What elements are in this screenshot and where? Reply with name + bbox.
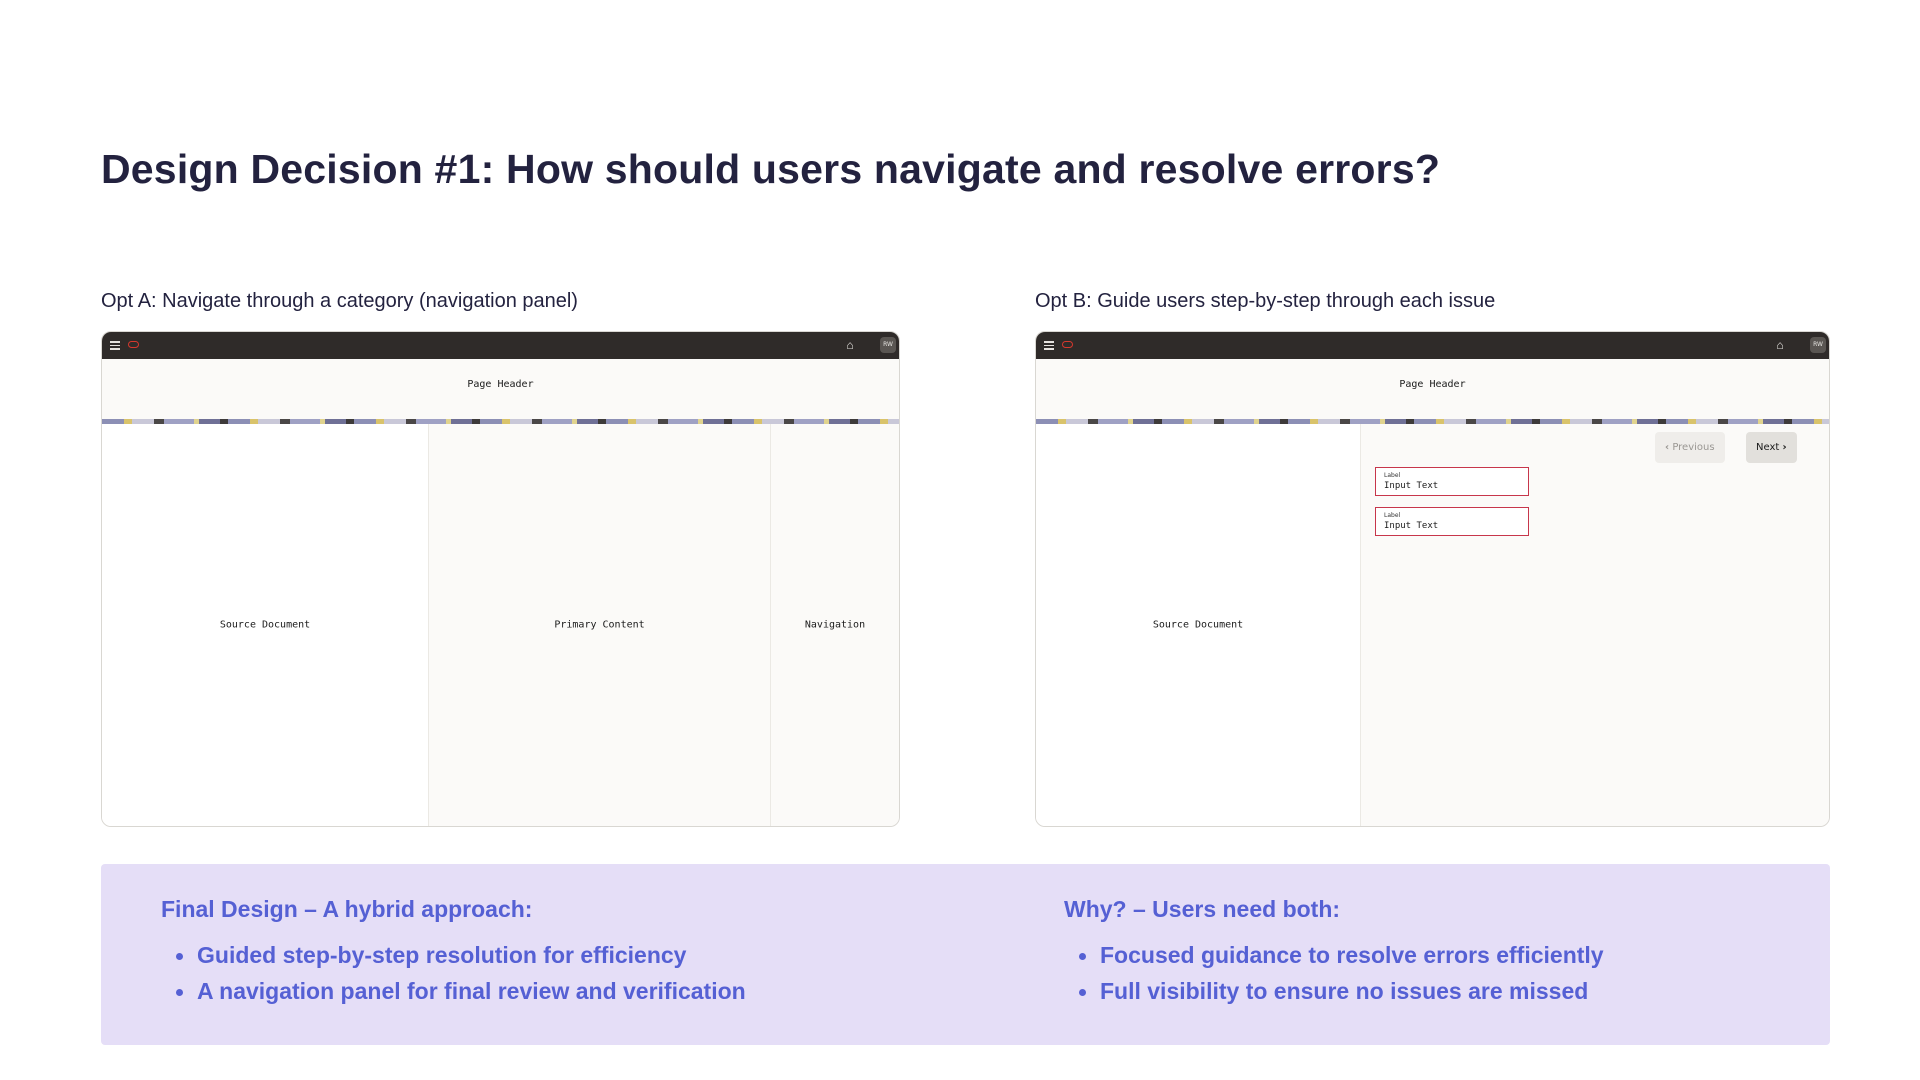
list-item: A navigation panel for final review and … bbox=[176, 973, 746, 1009]
navigation-pane: Navigation bbox=[771, 424, 899, 826]
brand-logo-icon[interactable] bbox=[1062, 341, 1073, 348]
avatar[interactable]: RW bbox=[880, 337, 896, 353]
pane-label: Source Document bbox=[1152, 619, 1244, 631]
source-document-pane: Source Document bbox=[1036, 424, 1361, 826]
primary-content-pane: Primary Content bbox=[429, 424, 771, 826]
list-item: Guided step-by-step resolution for effic… bbox=[176, 937, 746, 973]
why-column: Why? – Users need both: Focused guidance… bbox=[1064, 896, 1604, 1009]
source-document-pane: Source Document bbox=[102, 424, 429, 826]
hamburger-icon[interactable] bbox=[110, 341, 120, 350]
why-list: Focused guidance to resolve errors effic… bbox=[1064, 937, 1604, 1009]
next-button[interactable]: Next › bbox=[1746, 432, 1797, 463]
input-field[interactable]: Label Input Text bbox=[1375, 467, 1529, 496]
final-design-list: Guided step-by-step resolution for effic… bbox=[161, 937, 746, 1009]
home-icon[interactable]: ⌂ bbox=[1774, 339, 1786, 351]
option-b-label: Opt B: Guide users step-by-step through … bbox=[1035, 290, 1496, 312]
pane-label: Navigation bbox=[804, 619, 866, 631]
pane-label: Primary Content bbox=[554, 619, 645, 631]
slide-title: Design Decision #1: How should users nav… bbox=[101, 146, 1441, 192]
brand-logo-icon[interactable] bbox=[128, 341, 139, 348]
option-a-mockup: ⌂ RW Page Header Source Document Primary… bbox=[101, 331, 900, 827]
app-topbar: ⌂ RW bbox=[1036, 332, 1829, 359]
option-b-mockup: ⌂ RW Page Header Source Document ‹ Previ… bbox=[1035, 331, 1830, 827]
home-icon[interactable]: ⌂ bbox=[844, 339, 856, 351]
chevron-left-icon: ‹ bbox=[1665, 442, 1670, 453]
field-value: Input Text bbox=[1384, 481, 1439, 491]
previous-button-label: Previous bbox=[1672, 442, 1715, 453]
list-item: Focused guidance to resolve errors effic… bbox=[1079, 937, 1604, 973]
final-design-column: Final Design – A hybrid approach: Guided… bbox=[161, 896, 746, 1009]
previous-button[interactable]: ‹ Previous bbox=[1655, 432, 1725, 463]
field-label: Label bbox=[1384, 512, 1401, 519]
page-header: Page Header bbox=[102, 359, 899, 419]
list-item: Full visibility to ensure no issues are … bbox=[1079, 973, 1604, 1009]
app-topbar: ⌂ RW bbox=[102, 332, 899, 359]
field-value: Input Text bbox=[1384, 521, 1439, 531]
chevron-right-icon: › bbox=[1782, 442, 1787, 453]
field-label: Label bbox=[1384, 472, 1401, 479]
why-heading: Why? – Users need both: bbox=[1064, 896, 1341, 922]
final-design-heading: Final Design – A hybrid approach: bbox=[161, 896, 533, 922]
hamburger-icon[interactable] bbox=[1044, 341, 1054, 350]
step-content-pane: ‹ Previous Next › Label Input Text Label… bbox=[1361, 424, 1829, 826]
next-button-label: Next bbox=[1756, 442, 1780, 453]
option-a-label: Opt A: Navigate through a category (navi… bbox=[101, 290, 578, 312]
avatar[interactable]: RW bbox=[1810, 337, 1826, 353]
page-header: Page Header bbox=[1036, 359, 1829, 419]
input-field[interactable]: Label Input Text bbox=[1375, 507, 1529, 536]
pane-label: Source Document bbox=[219, 619, 311, 631]
summary-banner: Final Design – A hybrid approach: Guided… bbox=[101, 864, 1830, 1045]
